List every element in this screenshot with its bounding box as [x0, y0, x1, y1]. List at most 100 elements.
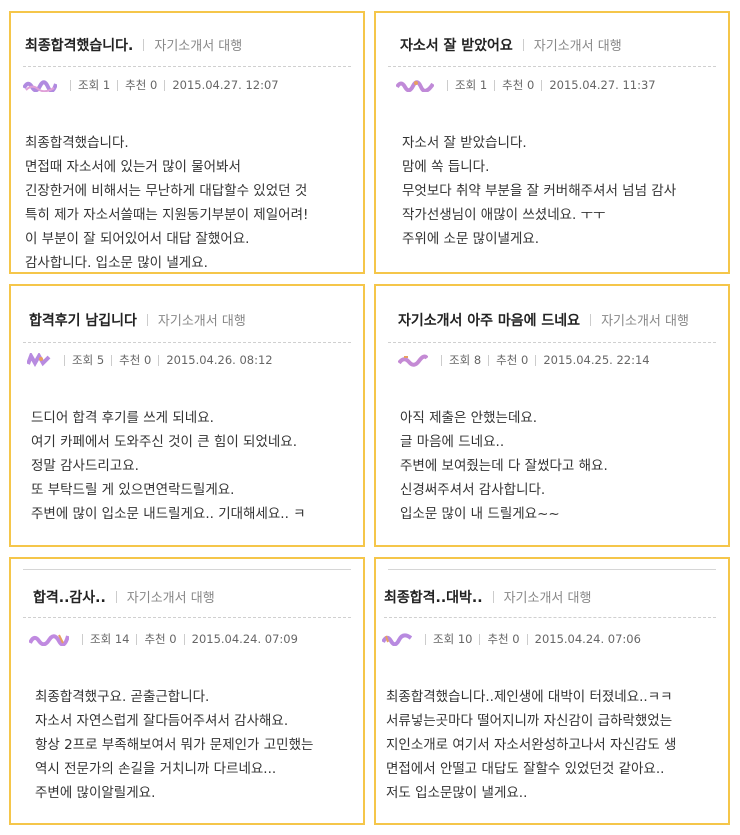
header-divider: [388, 342, 716, 343]
body-line: 무엇보다 취약 부분을 잘 커버해주셔서 넘넘 감사: [402, 183, 677, 199]
likes-count: 0: [526, 78, 535, 92]
post-card[interactable]: 최종합격..대박.. 자기소개서 대행 조회 10 추천 0 2015.04.24…: [374, 557, 730, 825]
post-body[interactable]: 드디어 합격 후기를 쓰게 되네요. 여기 카페에서 도와주신 것이 큰 힘이 …: [31, 406, 363, 526]
post-header: 합격..감사.. 자기소개서 대행: [33, 587, 363, 607]
body-line: 주변에 많이알릴게요.: [35, 785, 156, 801]
post-category[interactable]: 자기소개서 대행: [601, 314, 689, 329]
likes-count: 0: [143, 353, 152, 367]
body-line: 감사합니다. 입소문 많이 낼게요.: [25, 255, 208, 271]
post-meta: 조회 1 추천 0 2015.04.27. 12:07: [23, 77, 279, 93]
body-line: 입소문 많이 내 드릴게요~~: [400, 506, 560, 522]
body-line: 서류넣는곳마다 떨어지니까 자신감이 급하락했었는: [386, 713, 673, 729]
views-label: 조회: [78, 78, 100, 92]
likes-count: 0: [512, 632, 520, 646]
body-line: 주변에 보여줬는데 다 잘썼다고 해요.: [400, 458, 608, 474]
post-body[interactable]: 최종합격했구요. 곧출근합니다. 자소서 자연스럽게 잘다듬어주셔서 감사해요.…: [35, 685, 363, 805]
author-avatar[interactable]: [382, 632, 412, 646]
body-line: 맘에 쏙 듭니다.: [402, 159, 490, 175]
header-divider: [388, 66, 716, 67]
body-line: 역시 전문가의 손길을 거치니까 다르네요...: [35, 761, 277, 777]
author-avatar[interactable]: [398, 353, 428, 367]
header-divider: [23, 66, 351, 67]
body-line: 최종합격했습니다.: [25, 135, 129, 151]
top-divider: [388, 569, 716, 570]
post-header: 최종합격..대박.. 자기소개서 대행: [384, 587, 728, 607]
body-line: 주변에 많이 입소문 내드릴게요.. 기대해세요.. ㅋ: [31, 506, 306, 522]
post-date: 2015.04.27. 11:37: [549, 78, 656, 92]
views-count: 5: [96, 353, 105, 367]
post-title[interactable]: 최종합격했습니다.: [25, 38, 133, 54]
body-line: 최종합격했구요. 곧출근합니다.: [35, 689, 210, 705]
body-line: 특히 제가 자소서쓸때는 지원동기부분이 제일어려!: [25, 207, 309, 223]
divider: [590, 314, 592, 326]
likes-label: 추천: [487, 632, 509, 646]
post-header: 최종합격했습니다. 자기소개서 대행: [25, 35, 363, 55]
post-date: 2015.04.25. 22:14: [543, 353, 650, 367]
post-category[interactable]: 자기소개서 대행: [158, 314, 246, 329]
post-category[interactable]: 자기소개서 대행: [504, 591, 592, 606]
header-divider: [23, 342, 351, 343]
body-line: 면접때 자소서에 있는거 많이 물어봐서: [25, 159, 241, 175]
likes-count: 0: [520, 353, 529, 367]
post-body[interactable]: 아직 제출은 안했는데요. 글 마음에 드네요.. 주변에 보여줬는데 다 잘썼…: [400, 406, 728, 526]
post-header: 합격후기 남깁니다 자기소개서 대행: [29, 310, 363, 330]
body-line: 주위에 소문 많이낼게요.: [402, 231, 540, 247]
post-meta: 조회 8 추천 0 2015.04.25. 22:14: [398, 352, 650, 368]
views-count: 1: [102, 78, 111, 92]
post-meta: 조회 5 추천 0 2015.04.26. 08:12: [27, 352, 273, 368]
divider: [143, 39, 145, 51]
body-line: 정말 감사드리고요.: [31, 458, 139, 474]
post-meta: 조회 1 추천 0 2015.04.27. 11:37: [396, 77, 656, 93]
likes-label: 추천: [119, 353, 141, 367]
likes-label: 추천: [496, 353, 518, 367]
body-line: 최종합격했습니다..제인생에 대박이 터졌네요..ㅋㅋ: [386, 689, 673, 705]
post-card[interactable]: 자기소개서 아주 마음에 드네요 자기소개서 대행 조회 8 추천 0 2015.…: [374, 284, 730, 547]
likes-label: 추천: [502, 78, 524, 92]
post-body[interactable]: 최종합격했습니다. 면접때 자소서에 있는거 많이 물어봐서 긴장한거에 비해서…: [25, 131, 363, 272]
body-line: 이 부분이 잘 되어있어서 대답 잘했어요.: [25, 231, 250, 247]
body-line: 여기 카페에서 도와주신 것이 큰 힘이 되었네요.: [31, 434, 298, 450]
author-avatar[interactable]: [23, 78, 57, 92]
post-body[interactable]: 자소서 잘 받았습니다. 맘에 쏙 듭니다. 무엇보다 취약 부분을 잘 커버해…: [402, 131, 728, 251]
post-title[interactable]: 자기소개서 아주 마음에 드네요: [398, 313, 580, 329]
post-category[interactable]: 자기소개서 대행: [154, 39, 242, 54]
author-avatar[interactable]: [29, 632, 69, 646]
views-label: 조회: [455, 78, 477, 92]
likes-count: 0: [169, 632, 177, 646]
post-title[interactable]: 최종합격..대박..: [384, 590, 483, 606]
post-card[interactable]: 자소서 잘 받았어요 자기소개서 대행 조회 1 추천 0 2015.04.27.…: [374, 11, 730, 274]
body-line: 항상 2프로 부족해보여서 뭐가 문제인가 고민했는: [35, 737, 314, 753]
post-date: 2015.04.24. 07:06: [534, 632, 641, 646]
post-date: 2015.04.24. 07:09: [191, 632, 298, 646]
body-line: 지인소개로 여기서 자소서완성하고나서 자신감도 생: [386, 737, 677, 753]
post-meta: 조회 14 추천 0 2015.04.24. 07:09: [29, 631, 298, 647]
views-count: 8: [473, 353, 482, 367]
body-line: 신경써주셔서 감사합니다.: [400, 482, 546, 498]
top-divider: [23, 569, 351, 570]
post-category[interactable]: 자기소개서 대행: [127, 591, 215, 606]
divider: [492, 591, 494, 603]
likes-label: 추천: [144, 632, 166, 646]
post-card[interactable]: 합격후기 남깁니다 자기소개서 대행 조회 5 추천 0 2015.04.26. …: [9, 284, 365, 547]
post-card[interactable]: 최종합격했습니다. 자기소개서 대행 조회 1 추천 0 2015.04.27. …: [9, 11, 365, 274]
views-label: 조회: [90, 632, 112, 646]
post-meta: 조회 10 추천 0 2015.04.24. 07:06: [382, 631, 641, 647]
author-avatar[interactable]: [396, 78, 434, 92]
post-category[interactable]: 자기소개서 대행: [534, 39, 622, 54]
header-divider: [384, 617, 716, 618]
post-title[interactable]: 합격..감사..: [33, 590, 106, 606]
body-line: 면접에서 안떨고 대답도 잘할수 있었던것 같아요..: [386, 761, 665, 777]
divider: [146, 314, 148, 326]
post-body[interactable]: 최종합격했습니다..제인생에 대박이 터졌네요..ㅋㅋ 서류넣는곳마다 떨어지니…: [386, 685, 728, 805]
post-title[interactable]: 합격후기 남깁니다: [29, 313, 137, 329]
body-line: 작가선생님이 애많이 쓰셨네요. ㅜㅜ: [402, 207, 606, 223]
author-avatar[interactable]: [27, 353, 51, 367]
likes-label: 추천: [125, 78, 147, 92]
header-divider: [23, 617, 351, 618]
body-line: 자소서 자연스럽게 잘다듬어주셔서 감사해요.: [35, 713, 289, 729]
post-card[interactable]: 합격..감사.. 자기소개서 대행 조회 14 추천 0 2015.04.24. …: [9, 557, 365, 825]
views-label: 조회: [449, 353, 471, 367]
divider: [522, 39, 524, 51]
post-header: 자소서 잘 받았어요 자기소개서 대행: [400, 35, 728, 55]
post-title[interactable]: 자소서 잘 받았어요: [400, 38, 513, 54]
